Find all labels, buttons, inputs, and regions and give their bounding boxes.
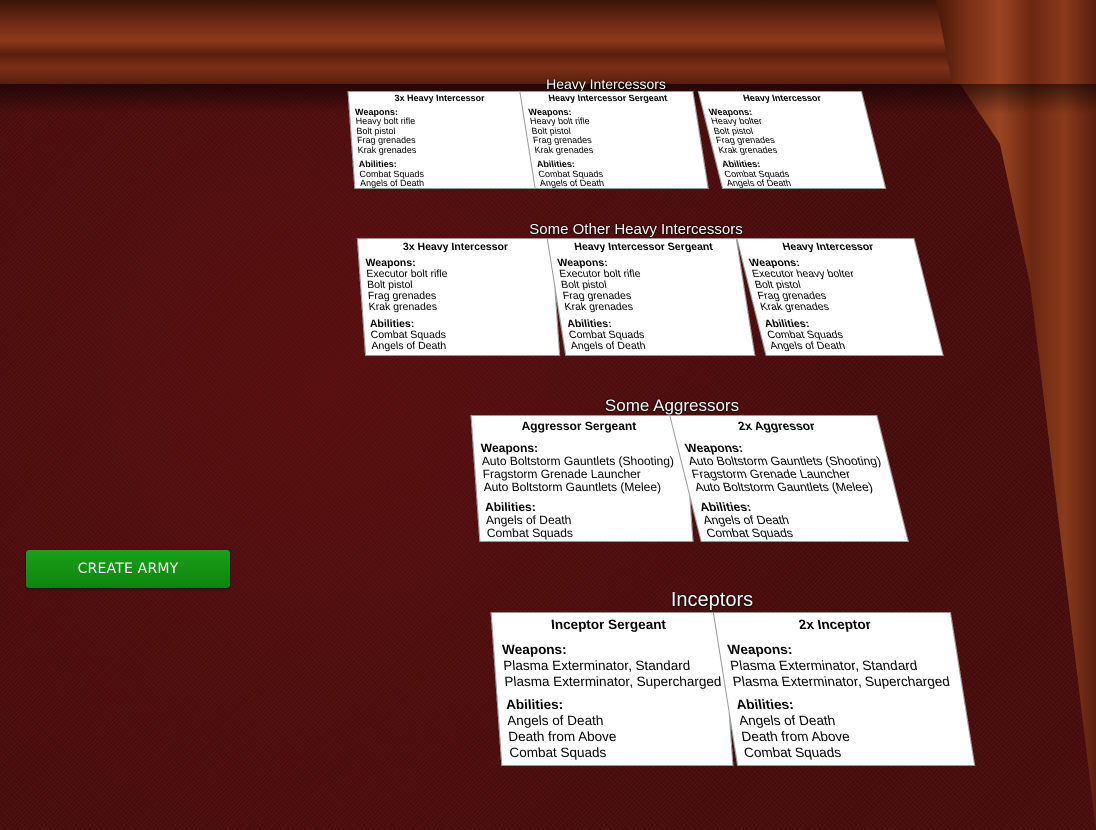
ability-item: Angels of Death [359, 178, 425, 188]
weapon-item: Plasma Exterminator, Supercharged [731, 674, 951, 689]
unit-card[interactable]: Inceptor Sergeant Weapons: Plasma Exterm… [490, 612, 734, 766]
unit-card[interactable]: Aggressor Sergeant Weapons: Auto Boltsto… [470, 415, 694, 542]
card-name: 3x Heavy Intercessor [402, 241, 509, 253]
weapon-item: Krak grenades [563, 301, 634, 313]
weapons-heading: Weapons: [726, 642, 794, 657]
ability-item: Combat Squads [742, 745, 843, 760]
ability-item: Death from Above [740, 729, 851, 744]
unit-card[interactable]: Heavy Intercessor Sergeant Weapons: Heav… [519, 91, 709, 189]
card-name: Heavy Intercessor Sergeant [573, 241, 714, 253]
group-title: Inceptors [670, 589, 754, 611]
card-name: Heavy Intercessor Sergeant [547, 93, 668, 103]
ability-item: Death from Above [507, 729, 617, 744]
ability-item: Angels of Death [569, 340, 647, 352]
abilities-heading: Abilities: [505, 697, 564, 712]
create-army-button[interactable]: CREATE ARMY [26, 550, 230, 588]
unit-card[interactable]: 3x Heavy Intercessor Weapons: Heavy bolt… [347, 91, 537, 189]
ability-item: Angels of Death [371, 340, 447, 352]
unit-card[interactable]: Heavy Intercessor Sergeant Weapons: Exec… [546, 238, 756, 356]
card-name: 3x Heavy Intercessor [394, 93, 485, 103]
card-name: Heavy Intercessor [781, 241, 875, 253]
weapon-item: Krak grenades [368, 301, 438, 313]
unit-card[interactable]: 3x Heavy Intercessor Weapons: Executor b… [356, 238, 561, 356]
card-name: Inceptor Sergeant [550, 617, 667, 632]
weapon-item: Auto Boltstorm Gauntlets (Melee) [693, 480, 875, 494]
ability-item: Angels of Death [768, 340, 847, 352]
card-name: Aggressor Sergeant [520, 419, 637, 433]
abilities-heading: Abilities: [735, 697, 795, 712]
weapon-item: Krak grenades [758, 301, 831, 313]
ability-item: Combat Squads [704, 526, 795, 540]
weapon-item: Krak grenades [357, 144, 417, 155]
weapon-item: Auto Boltstorm Gauntlets (Melee) [483, 480, 662, 494]
weapon-item: Krak grenades [717, 144, 779, 155]
ability-item: Angels of Death [539, 178, 605, 188]
card-name: 2x Inceptor [797, 617, 872, 632]
ability-item: Combat Squads [486, 526, 574, 540]
ability-item: Combat Squads [508, 745, 607, 760]
weapon-item: Plasma Exterminator, Standard [502, 658, 691, 673]
weapon-item: Plasma Exterminator, Supercharged [503, 674, 722, 689]
ability-item: Angels of Death [725, 178, 793, 188]
weapon-item: Krak grenades [533, 144, 594, 155]
ability-item: Angels of Death [506, 713, 604, 728]
card-name: Heavy Intercessor [742, 93, 823, 103]
weapons-heading: Weapons: [501, 642, 568, 657]
unit-card[interactable]: 2x Aggressor Weapons: Auto Boltstorm Gau… [669, 415, 909, 542]
unit-card[interactable]: Heavy Intercessor Weapons: Heavy bolter … [697, 91, 887, 189]
card-name: 2x Aggressor [736, 419, 817, 433]
group-title: Heavy Intercessors [546, 76, 666, 92]
group-title: Some Other Heavy Intercessors [529, 221, 743, 238]
group-title: Some Aggressors [604, 396, 740, 415]
weapon-item: Plasma Exterminator, Standard [729, 658, 919, 673]
unit-card[interactable]: Heavy Intercessor Weapons: Executor heav… [736, 238, 944, 356]
unit-card[interactable]: 2x Inceptor Weapons: Plasma Exterminator… [712, 612, 976, 766]
ability-item: Angels of Death [737, 713, 837, 728]
